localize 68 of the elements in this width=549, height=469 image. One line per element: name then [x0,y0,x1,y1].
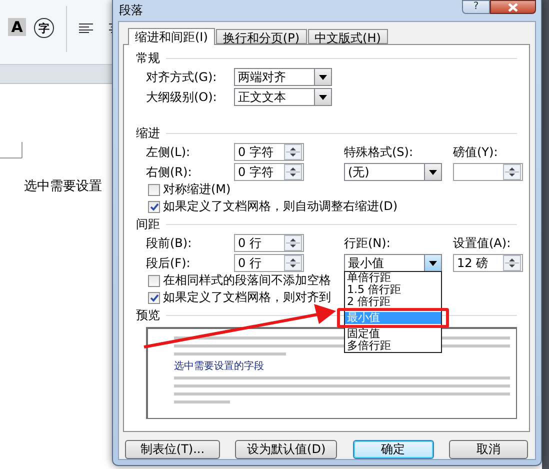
ribbon-button[interactable]: A [8,18,26,36]
ribbon-button[interactable]: 字 [34,18,54,38]
spin-arrows-icon[interactable] [285,236,301,250]
spin-value: 12 磅 [457,254,488,272]
spin-arrows-icon[interactable] [285,165,301,179]
document-text: 选中需要设置 [24,178,102,195]
spin-value: 0 字符 [238,164,274,180]
spin-field[interactable]: 0 字符 [234,163,304,181]
checkbox[interactable] [148,184,160,196]
checkbox-label: 如果定义了文档网格，则对齐到 [163,289,331,306]
field-label: 大纲级别(O): [146,88,218,106]
close-icon [507,2,519,12]
spin-arrows-icon[interactable] [504,256,520,270]
caret-icon [319,74,327,80]
section-heading: 间距 [136,216,160,233]
field-label: 段后(F): [146,254,192,272]
field-label: 对齐方式(G): [146,68,218,86]
dropdown-value: 正文文本 [238,88,286,106]
spin-field[interactable] [453,163,523,181]
dialog-button[interactable]: 制表位(T)... [125,440,220,459]
spin-arrows-icon[interactable] [285,256,301,270]
spin-field[interactable]: 0 行 [234,234,304,252]
dialog-button[interactable]: 取消 [448,440,528,459]
dropdown[interactable]: (无) [344,163,442,181]
tab[interactable]: 换行和分页(P) [216,29,307,44]
spin-field[interactable]: 0 行 [234,254,304,272]
checkbox-label: 在相同样式的段落间不添加空格 [163,272,331,289]
dropdown-value: 两端对齐 [238,68,286,86]
tab[interactable]: 缩进和间距(I) [128,28,215,45]
checkbox[interactable] [148,274,160,286]
caret-icon [319,94,327,100]
align-left-icon[interactable] [79,23,93,33]
spin-arrows-icon[interactable] [504,165,520,179]
field-label: 行距(N): [344,234,392,252]
dropdown[interactable]: 两端对齐 [234,68,332,86]
preview-sample-text: 选中需要设置的字段 [174,361,265,373]
dropdown-value: 最小值 [348,254,384,272]
checkbox-label: 对称缩进(M) [163,181,231,198]
tab[interactable]: 中文版式(H) [308,29,388,44]
section-heading: 预览 [136,307,160,324]
spin-field[interactable]: 0 字符 [234,143,304,161]
field-label: 段前(B): [146,234,193,252]
dropdown-value: (无) [348,164,370,180]
caret-icon [429,260,437,266]
field-label: 特殊格式(S): [344,144,414,160]
section-heading: 常规 [136,50,160,67]
margin-mark [0,142,24,160]
checkbox[interactable] [148,200,160,212]
dialog-button[interactable]: 设为默认值(D) [235,440,338,459]
checkbox[interactable] [148,292,160,304]
field-label: 设置值(A): [453,234,512,252]
spin-field[interactable]: 12 磅 [453,254,523,272]
spin-value: 0 行 [238,234,262,252]
field-label: 左侧(L): [146,144,192,160]
caret-icon [429,170,437,174]
spin-value: 0 行 [238,254,262,272]
help-button[interactable]: ? [462,0,490,14]
window-title: 段落 [118,2,143,19]
field-label: 磅值(Y): [453,144,499,160]
dialog-button[interactable]: 确定 [352,440,434,459]
field-label: 右侧(R): [146,164,193,180]
checkbox-label: 如果定义了文档网格，则自动调整右缩进(D) [163,198,398,215]
dropdown[interactable]: 正文文本 [234,88,332,106]
spin-value: 0 字符 [238,144,274,160]
section-heading: 缩进 [136,125,160,142]
dropdown[interactable]: 最小值 [344,254,442,272]
close-button[interactable] [490,0,536,14]
spin-arrows-icon[interactable] [285,145,301,159]
